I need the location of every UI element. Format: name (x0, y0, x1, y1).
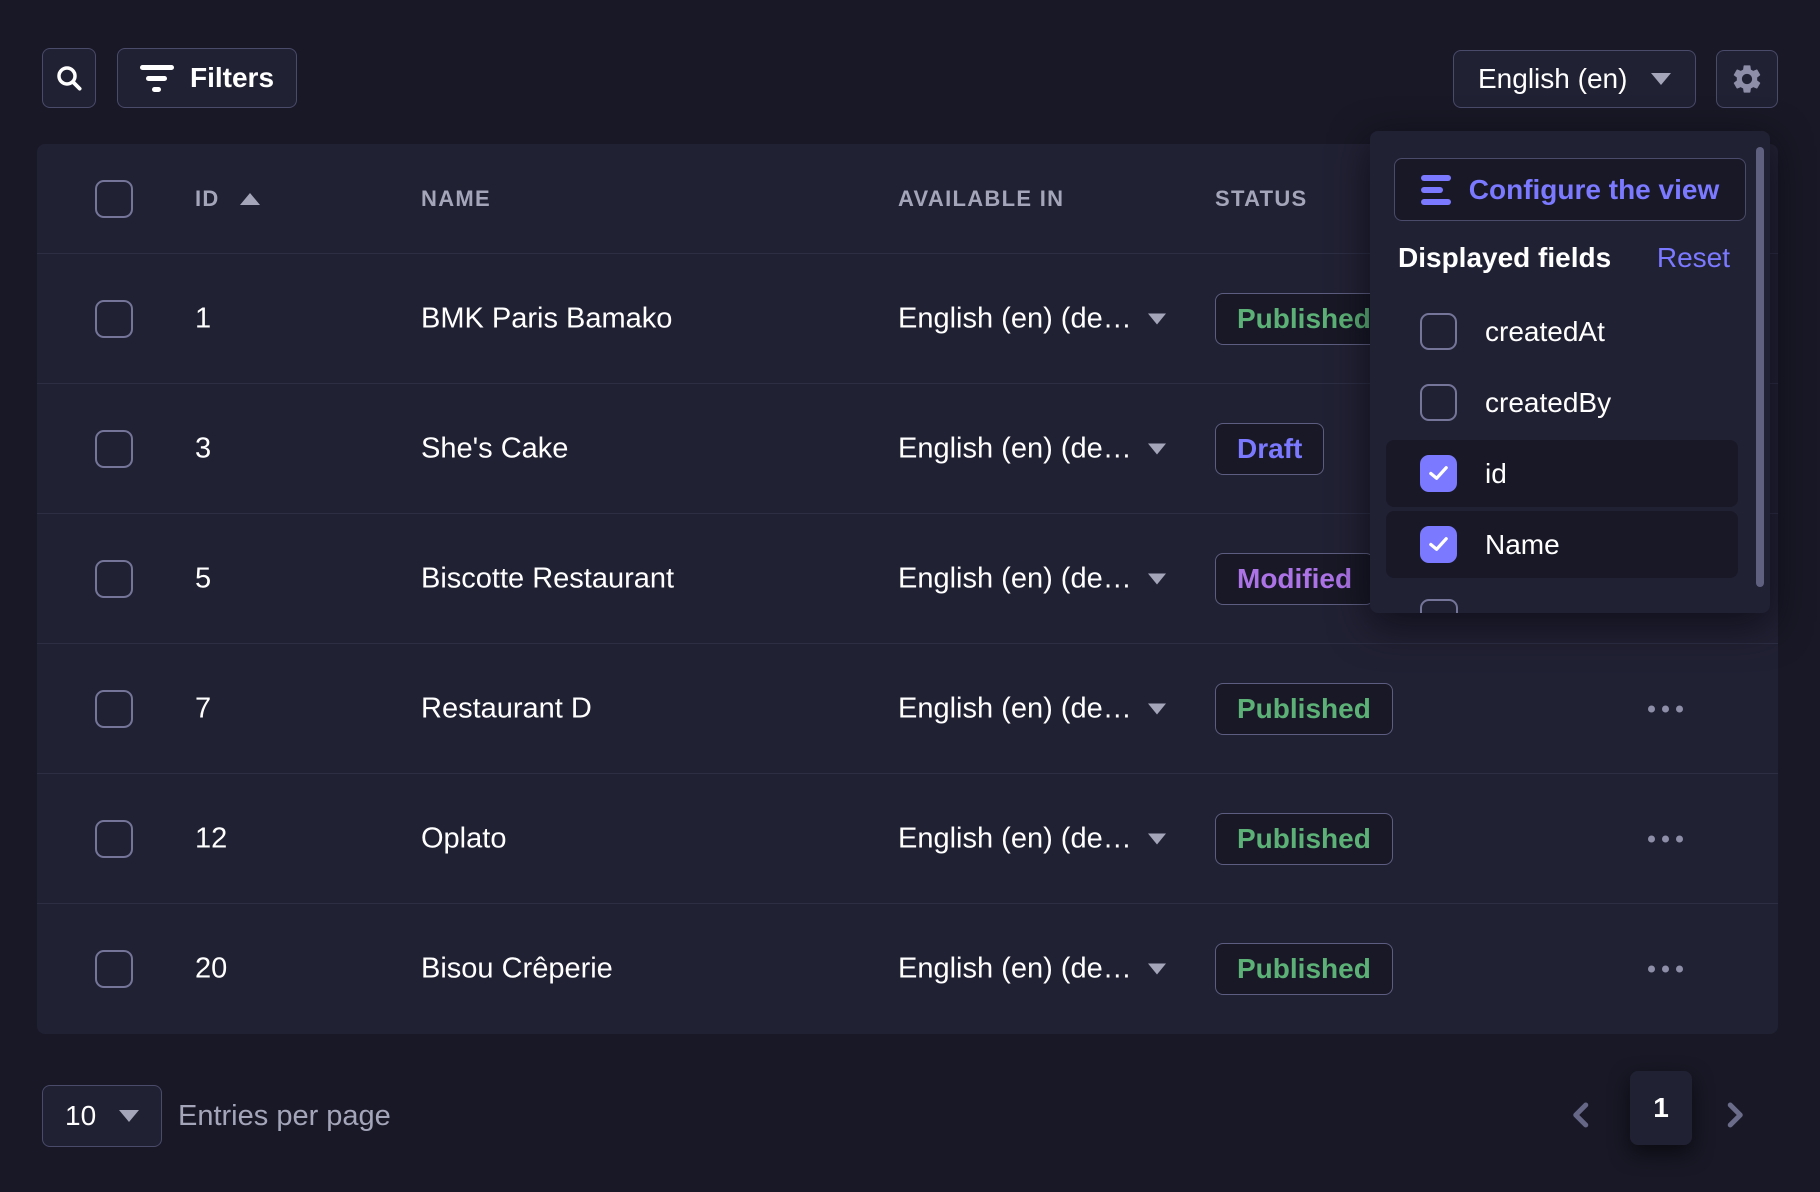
next-page-button[interactable] (1708, 1082, 1760, 1148)
cell-id: 20 (195, 952, 227, 985)
gear-icon (1730, 62, 1764, 96)
cell-available-in: English (en) (de… (898, 952, 1132, 985)
field-row-name[interactable]: Name (1386, 511, 1738, 578)
content-manager-page: Filters English (en) ID NAME AVAILABLE I… (0, 0, 1820, 1192)
status-badge: Published (1215, 943, 1393, 995)
row-checkbox[interactable] (95, 950, 133, 988)
field-label: createdBy (1485, 387, 1611, 419)
page-size-select[interactable]: 10 (42, 1085, 162, 1147)
displayed-fields-list: createdAt createdBy id Name (1386, 298, 1738, 582)
configure-the-view-label: Configure the view (1469, 174, 1719, 206)
column-header-id[interactable]: ID (195, 186, 220, 212)
view-settings-button[interactable] (1716, 50, 1778, 108)
filters-button-label: Filters (190, 62, 274, 94)
cell-id: 5 (195, 562, 211, 595)
field-checkbox[interactable] (1420, 313, 1457, 350)
status-badge: Published (1215, 683, 1393, 735)
page-number-button[interactable]: 1 (1630, 1071, 1692, 1145)
reset-link[interactable]: Reset (1657, 242, 1730, 274)
chevron-down-icon[interactable] (1148, 313, 1166, 324)
status-badge: Modified (1215, 553, 1374, 605)
row-checkbox[interactable] (95, 430, 133, 468)
chevron-down-icon[interactable] (1148, 703, 1166, 714)
field-row-id[interactable]: id (1386, 440, 1738, 507)
select-all-checkbox[interactable] (95, 180, 133, 218)
sort-ascending-icon[interactable] (240, 193, 260, 205)
search-button[interactable] (42, 48, 96, 108)
cell-name: Bisou Crêperie (421, 952, 613, 985)
column-header-name[interactable]: NAME (421, 186, 491, 212)
cell-name: Restaurant D (421, 692, 592, 725)
row-checkbox[interactable] (95, 690, 133, 728)
configure-view-popover: Configure the view Displayed fields Rese… (1370, 131, 1770, 613)
field-row-createdat[interactable]: createdAt (1386, 298, 1738, 365)
displayed-fields-title: Displayed fields (1398, 242, 1611, 274)
field-checkbox-partial[interactable] (1420, 599, 1458, 613)
cell-name: BMK Paris Bamako (421, 302, 672, 335)
status-badge: Published (1215, 293, 1393, 345)
page-size-value: 10 (65, 1100, 96, 1132)
chevron-left-icon (1567, 1100, 1597, 1130)
cell-name: Biscotte Restaurant (421, 562, 674, 595)
cell-available-in: English (en) (de… (898, 302, 1132, 335)
search-icon (53, 62, 85, 94)
status-badge: Published (1215, 813, 1393, 865)
filters-button[interactable]: Filters (117, 48, 297, 108)
cell-available-in: English (en) (de… (898, 822, 1132, 855)
filter-icon (140, 65, 174, 92)
status-badge: Draft (1215, 423, 1324, 475)
column-header-available-in: AVAILABLE IN (898, 186, 1064, 212)
cell-name: She's Cake (421, 432, 568, 465)
field-row-createdby[interactable]: createdBy (1386, 369, 1738, 436)
cell-id: 1 (195, 302, 211, 335)
field-checkbox[interactable] (1420, 526, 1457, 563)
cell-available-in: English (en) (de… (898, 562, 1132, 595)
entries-per-page-label: Entries per page (178, 1085, 391, 1147)
row-actions-button[interactable] (1638, 955, 1693, 982)
field-checkbox[interactable] (1420, 455, 1457, 492)
table-row[interactable]: 20 Bisou Crêperie English (en) (de… Publ… (37, 903, 1778, 1033)
row-checkbox[interactable] (95, 820, 133, 858)
cell-name: Oplato (421, 822, 506, 855)
chevron-down-icon[interactable] (1148, 963, 1166, 974)
chevron-right-icon (1719, 1100, 1749, 1130)
configure-the-view-button[interactable]: Configure the view (1394, 158, 1746, 221)
field-row-partial[interactable] (1420, 599, 1458, 613)
cell-id: 3 (195, 432, 211, 465)
table-row[interactable]: 12 Oplato English (en) (de… Published (37, 773, 1778, 903)
column-header-status: STATUS (1215, 186, 1308, 212)
row-actions-button[interactable] (1638, 695, 1693, 722)
chevron-down-icon (1651, 73, 1671, 85)
chevron-down-icon[interactable] (1148, 443, 1166, 454)
cell-available-in: English (en) (de… (898, 432, 1132, 465)
row-actions-button[interactable] (1638, 825, 1693, 852)
popover-scrollbar[interactable] (1756, 147, 1764, 587)
field-label: id (1485, 458, 1507, 490)
cell-id: 12 (195, 822, 227, 855)
cell-id: 7 (195, 692, 211, 725)
row-checkbox[interactable] (95, 560, 133, 598)
page-number: 1 (1653, 1092, 1669, 1124)
locale-select-value: English (en) (1478, 63, 1627, 95)
table-row[interactable]: 7 Restaurant D English (en) (de… Publish… (37, 643, 1778, 773)
previous-page-button[interactable] (1556, 1082, 1608, 1148)
row-checkbox[interactable] (95, 300, 133, 338)
layout-bars-icon (1421, 175, 1451, 205)
field-label: Name (1485, 529, 1560, 561)
field-checkbox[interactable] (1420, 384, 1457, 421)
chevron-down-icon[interactable] (1148, 573, 1166, 584)
field-label: createdAt (1485, 316, 1605, 348)
chevron-down-icon[interactable] (1148, 833, 1166, 844)
chevron-down-icon (119, 1110, 139, 1122)
locale-select[interactable]: English (en) (1453, 50, 1696, 108)
cell-available-in: English (en) (de… (898, 692, 1132, 725)
